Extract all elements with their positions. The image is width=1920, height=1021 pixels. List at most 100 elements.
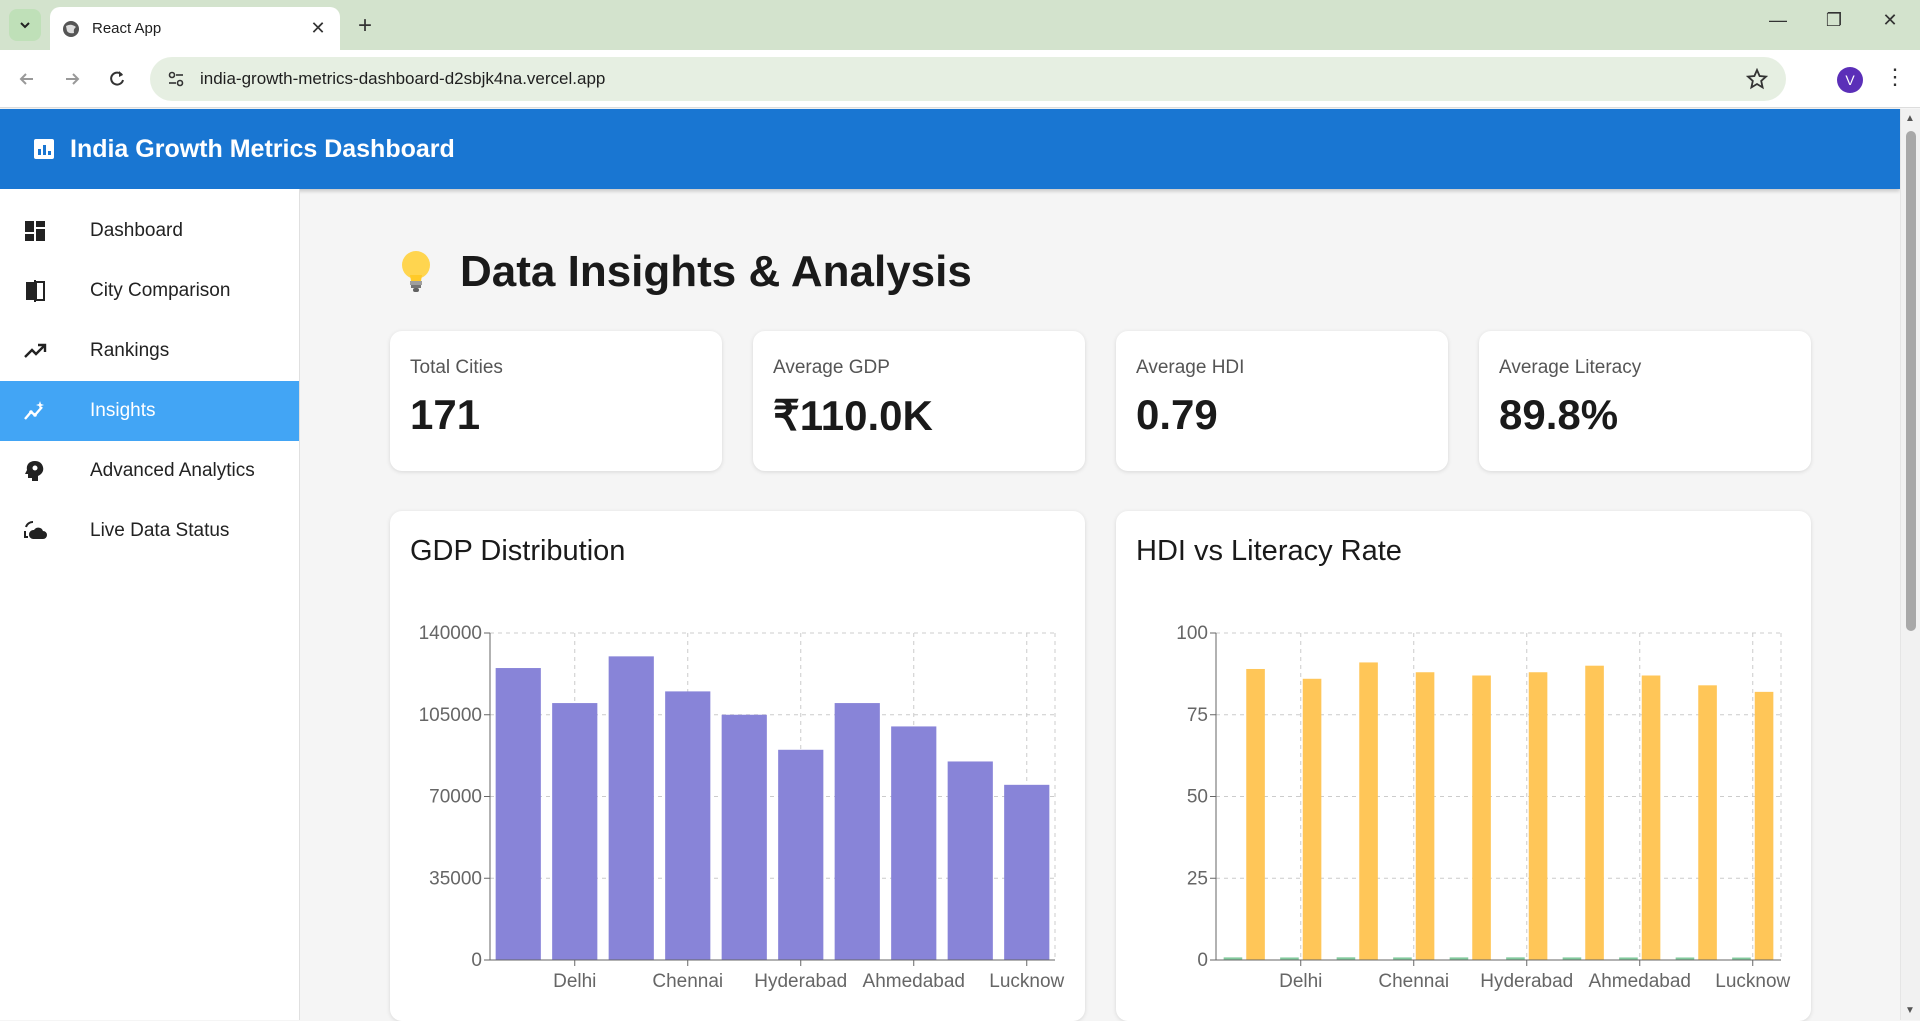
back-button[interactable] [12, 64, 42, 94]
dashboard-icon [22, 218, 48, 244]
psychology-icon [22, 458, 48, 484]
chart-bar [1246, 668, 1265, 960]
tab-search-button[interactable] [9, 9, 41, 41]
x-tick-label: Delhi [1279, 971, 1322, 992]
scroll-down-icon[interactable]: ▼ [1905, 1005, 1915, 1016]
sidebar-item-dashboard[interactable]: Dashboard [0, 201, 299, 261]
compare-icon [22, 278, 48, 304]
cloud-sync-icon [22, 518, 48, 544]
gdp-distribution-chart: 0 35000 70000 105000 140000 Delhi Chennai Hyder… [419, 623, 1065, 992]
x-tick-label: Hyderabad [1480, 971, 1573, 992]
stat-value: 171 [410, 391, 481, 438]
x-tick-label: Delhi [553, 971, 596, 992]
tab-title: React App [92, 20, 162, 37]
y-tick-label: 35000 [429, 868, 482, 889]
stat-label: Total Cities [410, 357, 503, 378]
sidebar-item-label: Insights [90, 400, 156, 421]
browser-tab-strip: React App ✕ + — ❐ ✕ [0, 0, 1920, 50]
stat-value: 89.8% [1499, 391, 1619, 438]
chart-title: HDI vs Literacy Rate [1136, 535, 1402, 567]
chart-bar [665, 691, 711, 960]
close-window-icon[interactable]: ✕ [1870, 10, 1910, 31]
chart-bar [891, 726, 937, 960]
x-tick-label: Ahmedabad [1589, 971, 1691, 992]
site-settings-icon [168, 71, 184, 87]
arrow-right-icon [66, 73, 80, 85]
stat-card-average-literacy: Average Literacy 89.8% [1479, 331, 1811, 471]
new-tab-button[interactable]: + [352, 12, 378, 40]
reload-button[interactable] [102, 64, 132, 94]
sidebar-item-live-data-status[interactable]: Live Data Status [0, 501, 299, 561]
app-header: India Growth Metrics Dashboard [0, 109, 1900, 189]
chart-bar [495, 668, 541, 960]
y-tick-label: 75 [1187, 705, 1208, 726]
browser-menu-icon[interactable]: ⋮ [1884, 64, 1906, 90]
stat-card-average-gdp: Average GDP ₹110.0K [753, 331, 1085, 471]
sidebar-item-rankings[interactable]: Rankings [0, 321, 299, 381]
y-tick-label: 105000 [419, 705, 482, 726]
hdi-literacy-chart: 0 25 50 75 100 Delhi Chennai Hyderabad Ahmedabad… [1176, 623, 1790, 992]
stat-value: ₹110.0K [773, 392, 933, 439]
profile-avatar[interactable]: V [1837, 67, 1863, 93]
lightbulb-icon [402, 251, 430, 292]
chart-bar [608, 656, 654, 960]
sidebar-item-label: Live Data Status [90, 520, 230, 541]
sidebar-item-label: Dashboard [90, 220, 183, 241]
chevron-down-icon [20, 22, 30, 29]
chart-bar [552, 703, 598, 960]
chart-bar [1585, 665, 1604, 960]
minimize-icon[interactable]: — [1758, 10, 1798, 31]
chart-title: GDP Distribution [410, 535, 626, 567]
hdi-literacy-card: HDI vs Literacy Rate 0 25 50 75 100 Delhi Chen… [1116, 511, 1811, 1021]
close-tab-icon[interactable]: ✕ [308, 18, 328, 39]
chart-bar [1528, 672, 1548, 960]
stat-card-total-cities: Total Cities 171 [390, 331, 722, 471]
gdp-distribution-card: GDP Distribution 0 35000 70000 105000 140000… [390, 511, 1085, 1021]
sidebar-item-label: Rankings [90, 340, 170, 361]
arrow-left-icon [19, 73, 33, 85]
analytics-icon [34, 139, 54, 159]
forward-button[interactable] [57, 64, 87, 94]
page-header: Data Insights & Analysis [398, 247, 972, 297]
chart-bar [1641, 675, 1661, 960]
browser-tab[interactable]: React App ✕ [50, 7, 340, 50]
scroll-up-icon[interactable]: ▲ [1905, 113, 1915, 124]
x-tick-label: Hyderabad [754, 971, 847, 992]
chart-bar [1698, 685, 1717, 960]
chart-bar [1302, 678, 1322, 960]
x-tick-label: Lucknow [989, 971, 1064, 992]
browser-toolbar: india-growth-metrics-dashboard-d2sbjk4na… [0, 50, 1920, 108]
scrollbar-thumb[interactable] [1906, 131, 1916, 631]
chart-bar [1004, 784, 1050, 960]
chart-bar [1359, 662, 1378, 960]
page-title: Data Insights & Analysis [460, 247, 972, 296]
address-bar[interactable]: india-growth-metrics-dashboard-d2sbjk4na… [150, 57, 1786, 101]
stat-card-average-hdi: Average HDI 0.79 [1116, 331, 1448, 471]
chart-bar [1415, 672, 1435, 960]
stat-label: Average GDP [773, 357, 890, 378]
sidebar-item-advanced-analytics[interactable]: Advanced Analytics [0, 441, 299, 501]
stat-label: Average Literacy [1499, 357, 1642, 378]
bookmark-star-icon[interactable] [1746, 68, 1768, 90]
sidebar-item-insights[interactable]: Insights [0, 381, 299, 441]
sidebar-item-city-comparison[interactable]: City Comparison [0, 261, 299, 321]
sidebar-item-label: Advanced Analytics [90, 460, 255, 481]
chart-bar [947, 761, 993, 960]
chart-bar [834, 703, 880, 960]
x-tick-label: Ahmedabad [863, 971, 965, 992]
insights-icon [22, 398, 48, 424]
reload-icon [110, 71, 124, 86]
restore-icon[interactable]: ❐ [1814, 10, 1854, 31]
globe-icon [63, 20, 79, 37]
y-tick-label: 25 [1187, 868, 1208, 889]
stat-value: 0.79 [1136, 391, 1218, 438]
chart-bar [1472, 675, 1491, 960]
y-tick-label: 50 [1187, 787, 1208, 808]
stat-label: Average HDI [1136, 357, 1245, 378]
main-content: Data Insights & Analysis Total Cities 17… [300, 189, 1900, 1021]
x-tick-label: Chennai [652, 971, 723, 992]
x-tick-label: Lucknow [1715, 971, 1790, 992]
url-text: india-growth-metrics-dashboard-d2sbjk4na… [200, 69, 606, 88]
page-scrollbar[interactable]: ▲ ▼ [1900, 109, 1920, 1020]
y-tick-label: 140000 [419, 623, 482, 644]
